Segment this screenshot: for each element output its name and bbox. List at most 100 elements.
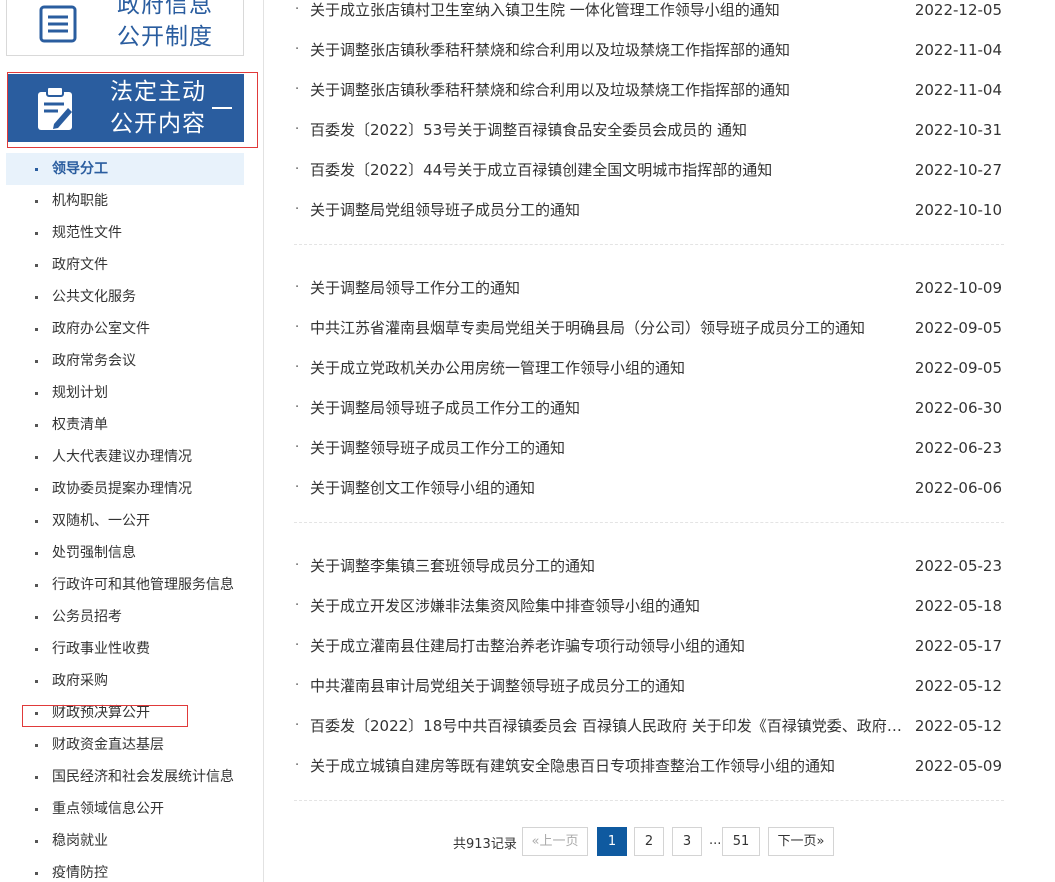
article-title-link[interactable]: 关于调整张店镇秋季秸秆禁烧和综合利用以及垃圾禁烧工作指挥部的通知	[310, 80, 904, 100]
sidebar-item[interactable]: 公务员招考	[6, 601, 244, 633]
article-date: 2022-11-04	[914, 81, 1002, 99]
article-title-link[interactable]: 中共江苏省灌南县烟草专卖局党组关于明确县局（分公司）领导班子成员分工的通知	[310, 318, 904, 338]
list-item[interactable]: · 关于调整张店镇秋季秸秆禁烧和综合利用以及垃圾禁烧工作指挥部的通知 2022-11…	[294, 80, 1004, 120]
list-item[interactable]: · 中共灌南县审计局党组关于调整领导班子成员分工的通知 2022-05-12	[294, 676, 1004, 716]
bullet-icon: ·	[295, 42, 300, 57]
sidebar-menu: 领导分工 机构职能 规范性文件 政府文件 公共文化服务 政府办公室文件 政府常务会议 规划计划…	[6, 153, 244, 882]
list-item[interactable]: · 关于调整局党组领导班子成员分工的通知 2022-10-10	[294, 200, 1004, 240]
list-item[interactable]: · 关于成立开发区涉嫌非法集资风险集中排查领导小组的通知 2022-05-18	[294, 596, 1004, 636]
sidebar: 政府信息 公开制度 法定主动 公开内容 领导分工 机构职能 规范性文件 政府文件 公共文…	[0, 0, 258, 882]
sidebar-item[interactable]: 政府文件	[6, 249, 244, 281]
sidebar-item[interactable]: 领导分工	[6, 153, 244, 185]
list-item[interactable]: · 关于成立党政机关办公用房统一管理工作领导小组的通知 2022-09-05	[294, 358, 1004, 398]
article-date: 2022-10-09	[914, 279, 1002, 297]
list-item[interactable]: · 关于调整李集镇三套班领导成员分工的通知 2022-05-23	[294, 556, 1004, 596]
group-separator	[294, 800, 1004, 801]
article-title-link[interactable]: 关于调整李集镇三套班领导成员分工的通知	[310, 556, 904, 576]
bullet-icon: ·	[295, 758, 300, 773]
sidebar-item[interactable]: 稳岗就业	[6, 825, 244, 857]
article-title-link[interactable]: 关于调整局党组领导班子成员分工的通知	[310, 200, 904, 220]
group-separator	[294, 522, 1004, 523]
sidebar-item[interactable]: 人大代表建议办理情况	[6, 441, 244, 473]
page-3-button[interactable]: 3	[672, 827, 702, 856]
sidebar-item[interactable]: 政府办公室文件	[6, 313, 244, 345]
sidebar-item[interactable]: 处罚强制信息	[6, 537, 244, 569]
article-date: 2022-12-05	[914, 1, 1002, 19]
article-date: 2022-06-30	[914, 399, 1002, 417]
list-item[interactable]: · 关于调整领导班子成员工作分工的通知 2022-06-23	[294, 438, 1004, 478]
sidebar-item[interactable]: 权责清单	[6, 409, 244, 441]
article-title-link[interactable]: 百委发〔2022〕53号关于调整百禄镇食品安全委员会成员的 通知	[310, 120, 904, 140]
bullet-icon: ·	[295, 598, 300, 613]
list-item[interactable]: · 关于成立灌南县住建局打击整治养老诈骗专项行动领导小组的通知 2022-05-17	[294, 636, 1004, 676]
sidebar-item[interactable]: 国民经济和社会发展统计信息	[6, 761, 244, 793]
list-item[interactable]: · 中共江苏省灌南县烟草专卖局党组关于明确县局（分公司）领导班子成员分工的通知 20…	[294, 318, 1004, 358]
article-title-link[interactable]: 关于成立灌南县住建局打击整治养老诈骗专项行动领导小组的通知	[310, 636, 904, 656]
article-date: 2022-09-05	[914, 319, 1002, 337]
article-date: 2022-11-04	[914, 41, 1002, 59]
list-item[interactable]: · 关于调整局领导班子成员工作分工的通知 2022-06-30	[294, 398, 1004, 438]
article-title-link[interactable]: 关于成立张店镇村卫生室纳入镇卫生院 一体化管理工作领导小组的通知	[310, 0, 904, 20]
nav-card-title-line1: 政府信息	[117, 0, 213, 18]
article-date: 2022-05-09	[914, 757, 1002, 775]
article-title-link[interactable]: 关于成立城镇自建房等既有建筑安全隐患百日专项排查整治工作领导小组的通知	[310, 756, 904, 776]
sidebar-item[interactable]: 机构职能	[6, 185, 244, 217]
nav-card-disclosure-system[interactable]: 政府信息 公开制度	[6, 0, 244, 56]
sidebar-item[interactable]: 行政事业性收费	[6, 633, 244, 665]
list-item[interactable]: · 关于调整局领导工作分工的通知 2022-10-09	[294, 278, 1004, 318]
next-page-button[interactable]: 下一页»	[768, 827, 834, 856]
sidebar-item[interactable]: 公共文化服务	[6, 281, 244, 313]
bullet-icon: ·	[295, 558, 300, 573]
article-date: 2022-10-31	[914, 121, 1002, 139]
bullet-icon: ·	[295, 678, 300, 693]
sidebar-item[interactable]: 双随机、一公开	[6, 505, 244, 537]
nav-card-title-line2: 公开制度	[117, 24, 213, 50]
sidebar-item[interactable]: 政协委员提案办理情况	[6, 473, 244, 505]
sidebar-item[interactable]: 财政资金直达基层	[6, 729, 244, 761]
bullet-icon: ·	[295, 280, 300, 295]
bullet-icon: ·	[295, 162, 300, 177]
page-2-button[interactable]: 2	[634, 827, 664, 856]
sidebar-item[interactable]: 规划计划	[6, 377, 244, 409]
bullet-icon: ·	[295, 82, 300, 97]
article-title-link[interactable]: 百委发〔2022〕18号中共百禄镇委员会 百禄镇人民政府 关于印发《百禄镇党委、…	[310, 716, 904, 736]
page-1-button[interactable]: 1	[597, 827, 627, 856]
page-51-button[interactable]: 51	[722, 827, 760, 856]
article-date: 2022-05-12	[914, 677, 1002, 695]
article-date: 2022-10-10	[914, 201, 1002, 219]
sidebar-item[interactable]: 政府采购	[6, 665, 244, 697]
article-title-link[interactable]: 关于调整局领导班子成员工作分工的通知	[310, 398, 904, 418]
article-date: 2022-05-17	[914, 637, 1002, 655]
sidebar-item[interactable]: 疫情防控	[6, 857, 244, 882]
sidebar-item[interactable]: 行政许可和其他管理服务信息	[6, 569, 244, 601]
list-item[interactable]: · 百委发〔2022〕53号关于调整百禄镇食品安全委员会成员的 通知 2022-10…	[294, 120, 1004, 160]
sidebar-item[interactable]: 政府常务会议	[6, 345, 244, 377]
article-title-link[interactable]: 关于调整创文工作领导小组的通知	[310, 478, 904, 498]
article-date: 2022-06-23	[914, 439, 1002, 457]
list-item[interactable]: · 关于调整创文工作领导小组的通知 2022-06-06	[294, 478, 1004, 518]
prev-page-button[interactable]: «上一页	[522, 827, 588, 856]
list-item[interactable]: · 关于成立张店镇村卫生室纳入镇卫生院 一体化管理工作领导小组的通知 2022-12…	[294, 0, 1004, 40]
article-title-link[interactable]: 关于调整领导班子成员工作分工的通知	[310, 438, 904, 458]
bullet-icon: ·	[295, 122, 300, 137]
highlight-box	[7, 72, 258, 148]
bullet-icon: ·	[295, 400, 300, 415]
nav-card-title: 政府信息 公开制度	[117, 0, 213, 53]
article-date: 2022-09-05	[914, 359, 1002, 377]
article-title-link[interactable]: 关于调整局领导工作分工的通知	[310, 278, 904, 298]
article-title-link[interactable]: 关于调整张店镇秋季秸秆禁烧和综合利用以及垃圾禁烧工作指挥部的通知	[310, 40, 904, 60]
sidebar-item[interactable]: 重点领域信息公开	[6, 793, 244, 825]
total-records: 共913记录	[453, 837, 517, 852]
article-title-link[interactable]: 关于成立开发区涉嫌非法集资风险集中排查领导小组的通知	[310, 596, 904, 616]
list-item[interactable]: · 关于调整张店镇秋季秸秆禁烧和综合利用以及垃圾禁烧工作指挥部的通知 2022-11…	[294, 40, 1004, 80]
list-item[interactable]: · 百委发〔2022〕18号中共百禄镇委员会 百禄镇人民政府 关于印发《百禄镇党委…	[294, 716, 1004, 756]
article-title-link[interactable]: 百委发〔2022〕44号关于成立百禄镇创建全国文明城市指挥部的通知	[310, 160, 904, 180]
list-item[interactable]: · 关于成立城镇自建房等既有建筑安全隐患百日专项排查整治工作领导小组的通知 2022…	[294, 756, 1004, 796]
article-title-link[interactable]: 中共灌南县审计局党组关于调整领导班子成员分工的通知	[310, 676, 904, 696]
list-item[interactable]: · 百委发〔2022〕44号关于成立百禄镇创建全国文明城市指挥部的通知 2022-1…	[294, 160, 1004, 200]
document-list-icon	[39, 5, 77, 43]
sidebar-item[interactable]: 规范性文件	[6, 217, 244, 249]
group-separator	[294, 244, 1004, 245]
article-title-link[interactable]: 关于成立党政机关办公用房统一管理工作领导小组的通知	[310, 358, 904, 378]
article-date: 2022-05-18	[914, 597, 1002, 615]
